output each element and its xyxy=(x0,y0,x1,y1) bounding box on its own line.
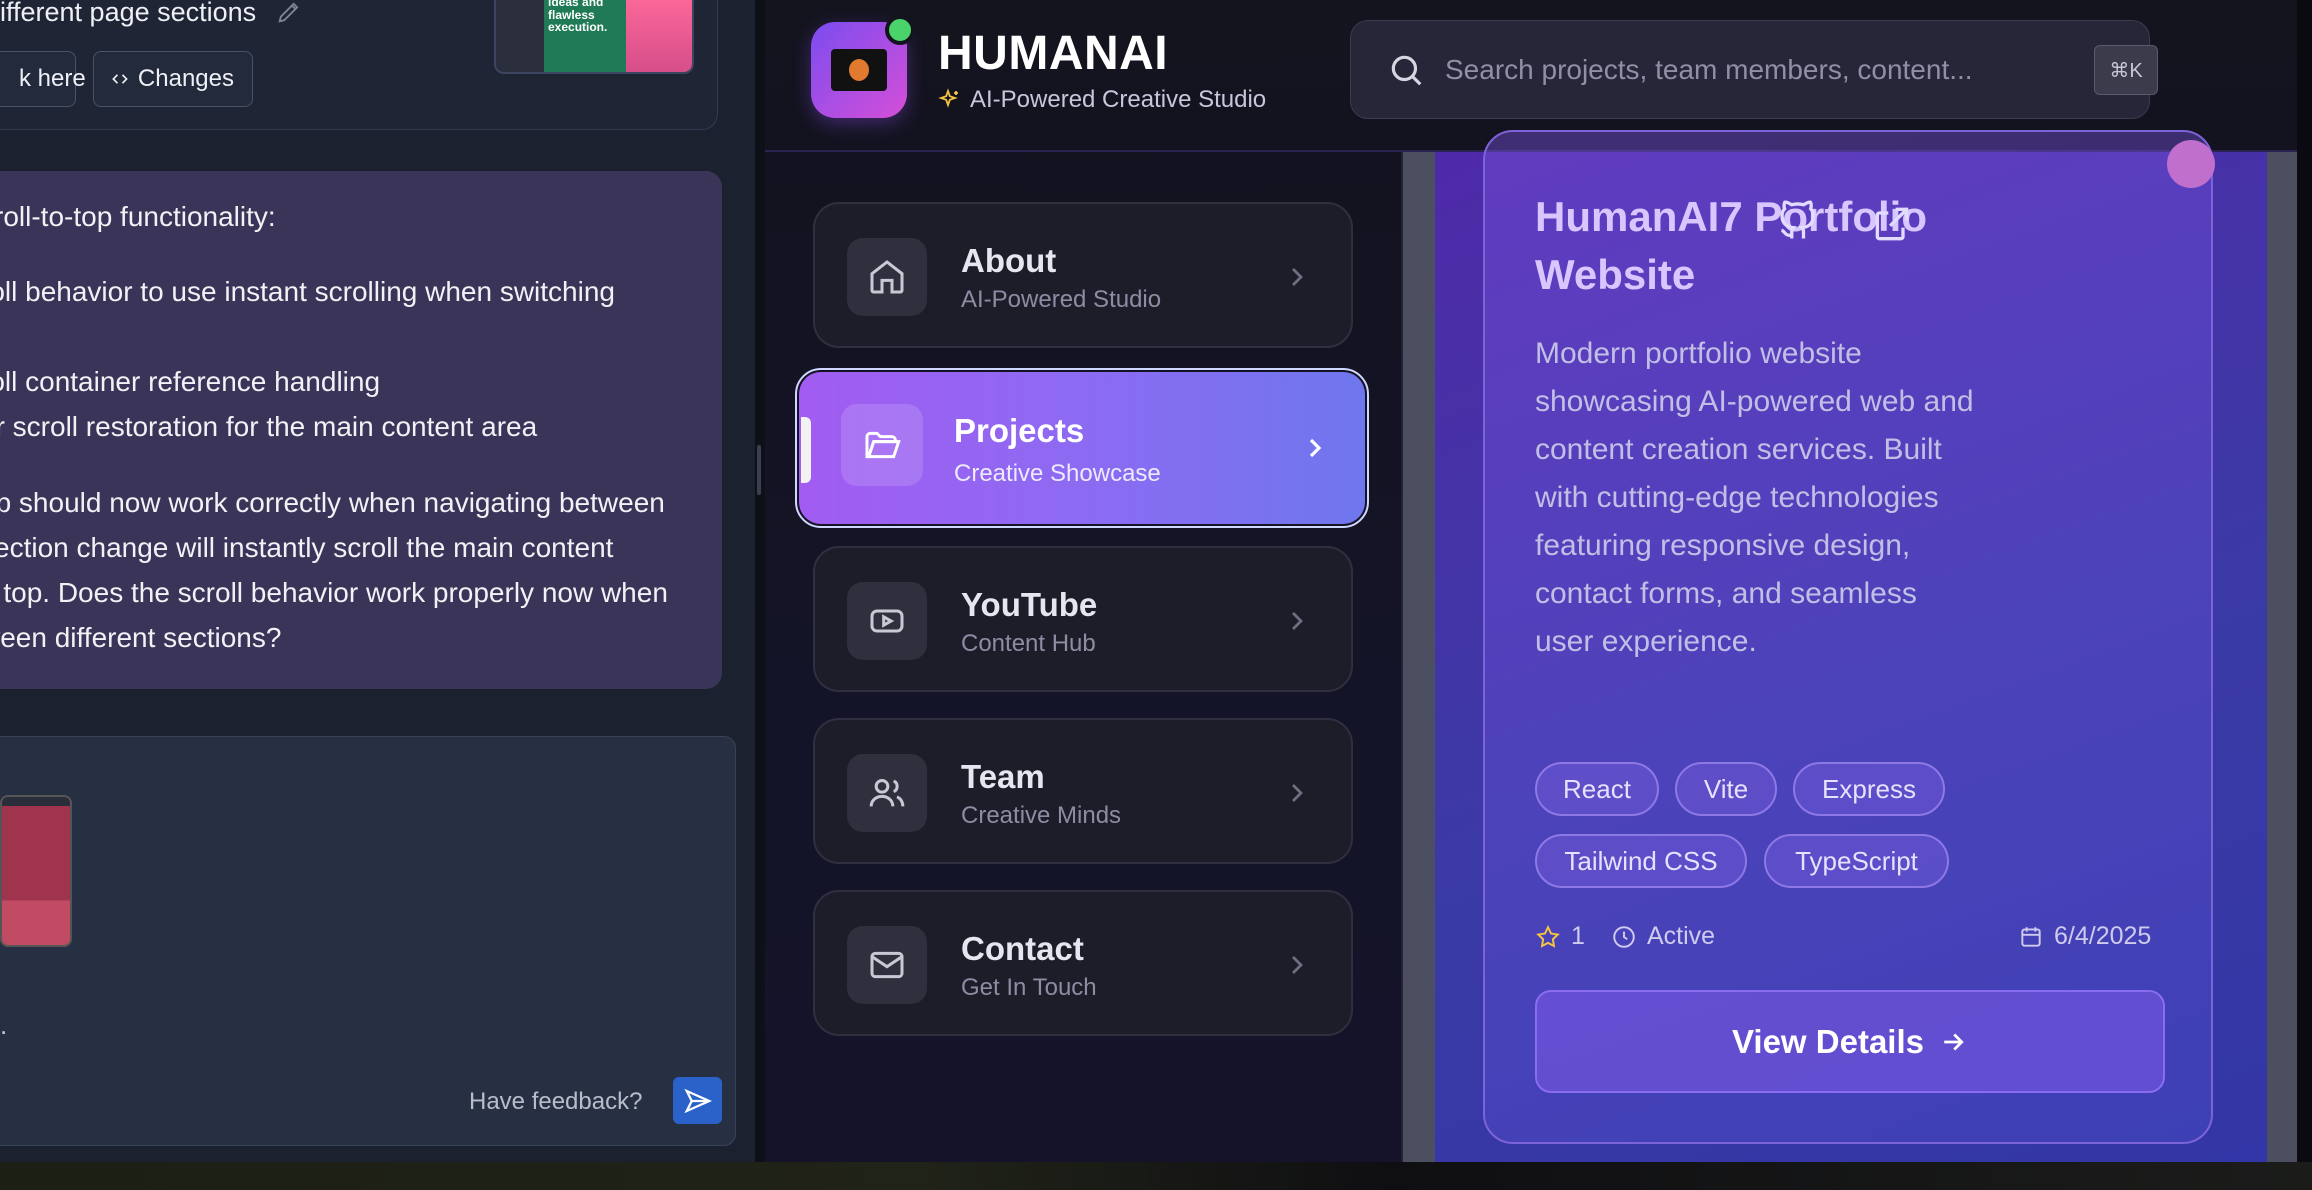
chevron-right-icon xyxy=(1292,612,1303,630)
nav-item-subtitle: Content Hub xyxy=(961,630,1096,657)
changes-button[interactable]: Changes xyxy=(93,51,253,107)
clock-icon xyxy=(1613,925,1635,948)
send-button[interactable] xyxy=(673,1077,722,1124)
project-status-value: Active xyxy=(1647,922,1716,950)
message-line: croll-to-top functionality: xyxy=(0,201,276,232)
users-icon xyxy=(869,779,905,807)
nav-item-subtitle: AI-Powered Studio xyxy=(961,286,1162,313)
app-preview: HUMANAI AI-Powered Creative Studio ⌘K Ab… xyxy=(765,0,2297,1162)
panel-splitter[interactable] xyxy=(755,0,765,1162)
brand-name: HUMANAI xyxy=(938,27,1169,80)
window-edge xyxy=(2297,0,2312,1162)
star-icon xyxy=(1536,924,1560,948)
nav-item-about[interactable]: About AI-Powered Studio xyxy=(813,202,1353,348)
online-status-dot xyxy=(885,15,915,45)
nav-item-projects[interactable]: Projects Creative Showcase xyxy=(795,368,1369,528)
message-line: er scroll restoration for the main conte… xyxy=(0,411,538,442)
github-icon[interactable] xyxy=(1776,200,1820,244)
message-title: ifferent page sections xyxy=(0,0,257,27)
tag-vite: Vite xyxy=(1675,762,1777,816)
search-bar[interactable]: ⌘K xyxy=(1350,20,2158,119)
message-line: roll behavior to use instant scrolling w… xyxy=(0,276,615,307)
brand-subtitle: AI-Powered Creative Studio xyxy=(938,86,1266,114)
feedback-link[interactable]: Have feedback? xyxy=(469,1088,642,1116)
message-line: op should now work correctly when naviga… xyxy=(0,487,665,518)
nav-item-contact[interactable]: Contact Get In Touch xyxy=(813,890,1353,1036)
assistant-message: croll-to-top functionality: roll behavio… xyxy=(0,171,722,689)
chat-panel: ifferent page sections k here Changes id… xyxy=(0,0,755,1162)
folder-open-icon xyxy=(865,431,901,459)
nav-item-title: Team xyxy=(961,758,1045,795)
mail-icon xyxy=(870,951,904,979)
nav-item-title: Projects xyxy=(954,412,1085,449)
message-line: roll container reference handling xyxy=(0,366,381,397)
nav-item-subtitle: Creative Showcase xyxy=(954,460,1161,487)
changes-label: Changes xyxy=(137,65,234,92)
tag-typescript: TypeScript xyxy=(1764,834,1949,888)
screenshot-thumbnail[interactable]: ideas and flawless execution. xyxy=(494,0,694,74)
project-title: HumanAI7 Portfolio Website xyxy=(1535,193,1928,298)
project-description: Modern portfolio website showcasing AI-p… xyxy=(1535,337,1974,658)
thumbnail-text: ideas and flawless execution. xyxy=(544,0,626,72)
nav-item-title: About xyxy=(961,242,1057,279)
view-details-button[interactable]: View Details xyxy=(1535,990,2165,1093)
project-date-value: 6/4/2025 xyxy=(2054,922,2152,950)
pencil-icon[interactable] xyxy=(274,0,304,26)
chevron-right-icon xyxy=(1292,956,1303,974)
view-details-label: View Details xyxy=(1732,1022,1924,1060)
taskbar xyxy=(0,1162,2312,1190)
youtube-icon xyxy=(870,609,904,633)
message-line: ween different sections? xyxy=(0,622,282,653)
arrow-right-icon xyxy=(1944,1033,1964,1050)
project-date: 6/4/2025 xyxy=(2018,922,2151,951)
tag-express: Express xyxy=(1793,762,1945,816)
message-line: e top. Does the scroll behavior work pro… xyxy=(0,577,668,608)
tag-react: React xyxy=(1535,762,1659,816)
message-line: section change will instantly scroll the… xyxy=(0,532,614,563)
nav-item-title: Contact xyxy=(961,930,1084,967)
composer-text: . xyxy=(0,1010,8,1040)
search-icon xyxy=(1391,55,1422,86)
search-input[interactable] xyxy=(1445,51,2065,89)
splitter-grip[interactable] xyxy=(757,445,761,495)
nav-item-youtube[interactable]: YouTube Content Hub xyxy=(813,546,1353,692)
keyboard-shortcut-badge: ⌘K xyxy=(2094,45,2158,95)
chevron-right-icon xyxy=(1292,268,1303,286)
attachment-thumbnail[interactable] xyxy=(0,795,72,947)
nav-item-subtitle: Creative Minds xyxy=(961,802,1122,829)
send-icon xyxy=(683,1088,712,1113)
project-status: Active xyxy=(1611,922,1715,951)
content-scroll-gutter xyxy=(1403,152,1435,1162)
tag-tailwind-css: Tailwind CSS xyxy=(1535,834,1747,888)
nav-item-subtitle: Get In Touch xyxy=(961,974,1097,1001)
sparkles-icon xyxy=(938,88,958,108)
chevron-right-icon xyxy=(1309,438,1322,458)
home-icon xyxy=(870,260,904,294)
nav-item-team[interactable]: Team Creative Minds xyxy=(813,718,1353,864)
nav-item-title: YouTube xyxy=(961,586,1098,623)
click-here-button[interactable]: k here xyxy=(0,51,86,107)
external-link-icon[interactable] xyxy=(1870,202,1914,246)
star-count: 1 xyxy=(1535,922,1585,951)
calendar-icon xyxy=(2021,926,2041,947)
star-count-value: 1 xyxy=(1571,922,1585,950)
message-composer[interactable] xyxy=(0,736,736,1146)
brand-subtitle-text: AI-Powered Creative Studio xyxy=(970,86,1267,113)
card-corner-decoration xyxy=(2167,140,2215,188)
content-scroll-gutter xyxy=(2267,152,2297,1162)
active-indicator xyxy=(801,417,811,483)
code-icon xyxy=(112,74,128,84)
chevron-right-icon xyxy=(1292,784,1303,802)
click-here-label: k here xyxy=(19,65,86,92)
